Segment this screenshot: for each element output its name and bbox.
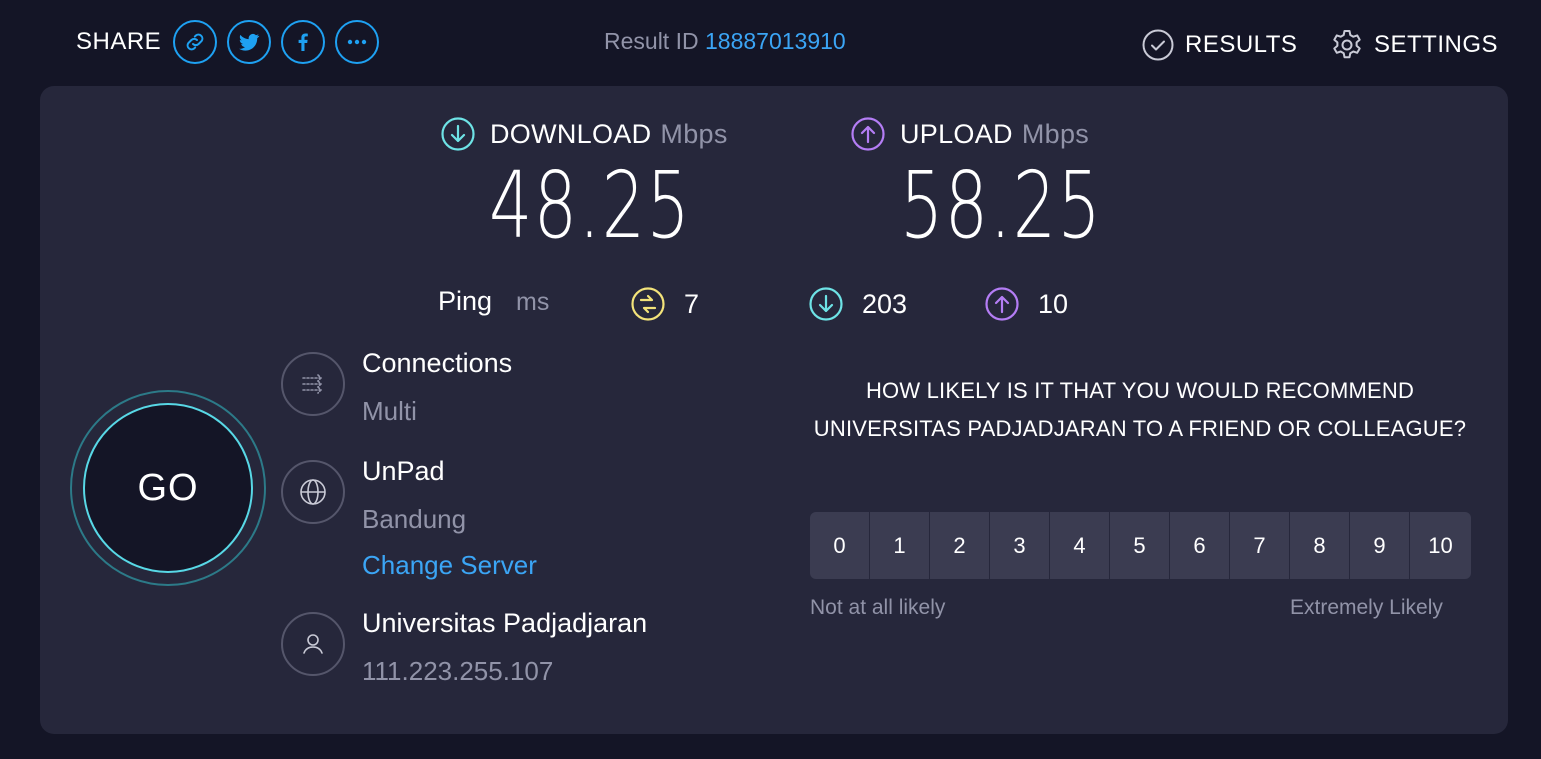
share-label: SHARE	[76, 28, 162, 55]
ping-jitter: 7	[630, 286, 699, 322]
go-button[interactable]: GO	[83, 403, 253, 573]
survey-question: HOW LIKELY IS IT THAT YOU WOULD RECOMMEN…	[813, 378, 1467, 441]
ping-unit: ms	[516, 288, 550, 316]
facebook-icon	[298, 33, 308, 51]
connections-title: Connections	[362, 348, 513, 378]
connections-icon-wrap	[281, 352, 345, 416]
nps-option-3[interactable]: 3	[990, 512, 1049, 579]
result-id-label: Result ID	[604, 28, 699, 54]
ping-jitter-value: 7	[684, 288, 700, 319]
connections-value: Multi	[362, 396, 417, 426]
upload-header: UPLOAD Mbps	[850, 116, 1089, 152]
globe-icon	[300, 479, 326, 505]
user-icon-wrap	[281, 612, 345, 676]
connections-icon	[302, 374, 323, 394]
ping-upload: 10	[984, 286, 1068, 322]
nps-option-5[interactable]: 5	[1110, 512, 1169, 579]
ping-upload-value: 10	[1038, 288, 1069, 319]
download-arrow-icon	[809, 287, 843, 321]
top-bar: SHARE Result ID 18887013910 RESULTS SETT…	[0, 0, 1541, 86]
gear-icon	[1333, 30, 1361, 59]
nps-option-1[interactable]: 1	[870, 512, 929, 579]
ping-label: Ping	[438, 286, 493, 316]
nps-scale: 0 1 2 3 4 5 6 7 8 9 10	[810, 512, 1471, 579]
upload-arrow-icon	[985, 287, 1019, 321]
upload-arrow-icon	[851, 117, 885, 151]
go-button-ring: GO	[70, 390, 266, 586]
share-more-button[interactable]	[335, 20, 380, 64]
isp-ip: 111.223.255.107	[362, 656, 554, 686]
nps-option-8[interactable]: 8	[1290, 512, 1349, 579]
results-label: RESULTS	[1185, 31, 1298, 58]
settings-button[interactable]: SETTINGS	[1330, 28, 1498, 62]
download-unit: Mbps	[660, 118, 728, 149]
download-arrow-icon	[441, 117, 475, 151]
check-circle-icon	[1142, 29, 1174, 61]
server-location: Bandung	[362, 504, 467, 534]
nps-option-0[interactable]: 0	[810, 512, 869, 579]
result-id-link[interactable]: 18887013910	[705, 28, 846, 54]
nps-option-2[interactable]: 2	[930, 512, 989, 579]
nps-option-9[interactable]: 9	[1350, 512, 1409, 579]
nps-option-7[interactable]: 7	[1230, 512, 1289, 579]
results-button[interactable]: RESULTS	[1141, 28, 1297, 62]
share-link-button[interactable]	[173, 20, 218, 64]
ping-download-value: 203	[862, 288, 908, 319]
user-icon	[303, 634, 323, 654]
results-panel: DOWNLOAD Mbps 48.25 UPLOAD Mbps 58.25 Pi…	[40, 86, 1508, 734]
download-header: DOWNLOAD Mbps	[440, 116, 728, 152]
upload-unit: Mbps	[1021, 118, 1090, 149]
nps-low-label: Not at all likely	[810, 596, 946, 619]
link-icon	[186, 33, 204, 51]
download-speed-value: 48.25	[489, 152, 692, 259]
nps-option-10[interactable]: 10	[1410, 512, 1471, 579]
share-group: SHARE	[76, 20, 389, 64]
ping-row: Ping ms 7 203 10	[438, 286, 1138, 326]
share-twitter-button[interactable]	[227, 20, 272, 64]
upload-speed-value: 58.25	[900, 152, 1103, 259]
nps-option-6[interactable]: 6	[1170, 512, 1229, 579]
isp-name: Universitas Padjadjaran	[362, 608, 648, 638]
nps-high-label: Extremely Likely	[1290, 596, 1443, 619]
share-facebook-button[interactable]	[281, 20, 326, 64]
download-label: DOWNLOAD	[490, 118, 652, 149]
settings-label: SETTINGS	[1374, 31, 1499, 58]
server-name: UnPad	[362, 456, 445, 486]
more-icon	[347, 39, 367, 45]
twitter-icon	[239, 33, 260, 51]
globe-icon-wrap	[281, 460, 345, 524]
change-server-link[interactable]: Change Server	[362, 550, 537, 581]
ping-download: 203	[808, 286, 907, 322]
upload-label: UPLOAD	[900, 118, 1013, 149]
jitter-icon	[631, 287, 665, 321]
nps-option-4[interactable]: 4	[1050, 512, 1109, 579]
result-id: Result ID 18887013910	[604, 28, 846, 55]
